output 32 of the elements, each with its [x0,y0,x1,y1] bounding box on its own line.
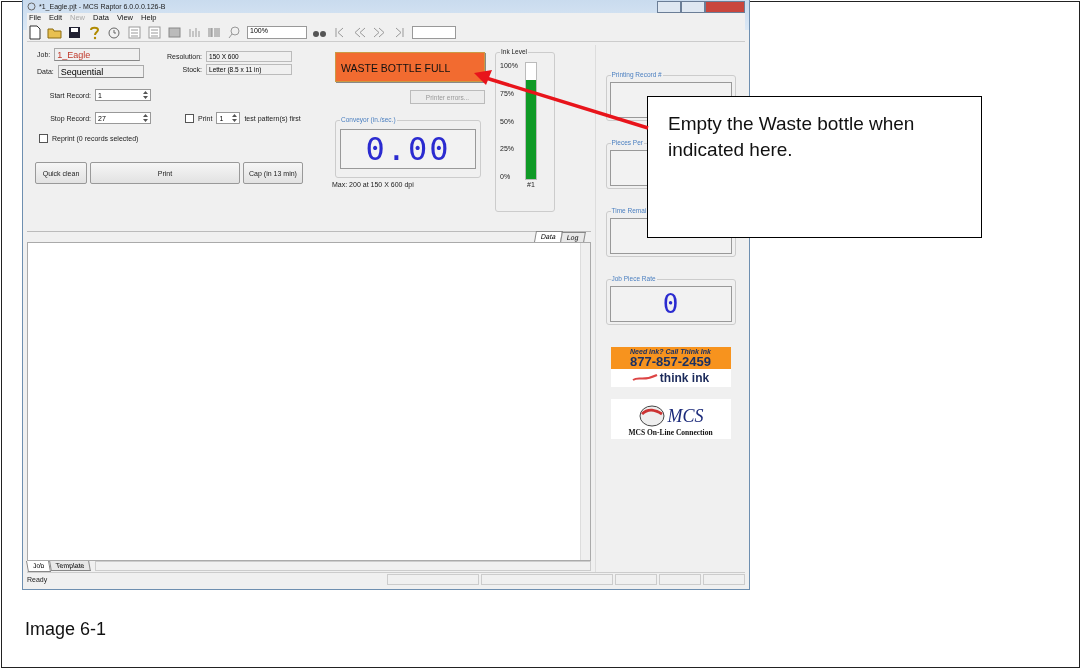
maximize-button[interactable] [681,0,705,13]
brand-name: think ink [659,371,710,385]
list-icon[interactable] [127,25,142,40]
save-icon[interactable] [67,25,82,40]
speed-display: 0.00 [340,129,476,169]
app-icon[interactable] [27,2,36,11]
phone-number: 877-857-2459 [630,355,711,368]
scrollbar[interactable] [94,561,591,571]
barcode-icon[interactable] [207,25,222,40]
bars-icon[interactable] [187,25,202,40]
close-button[interactable] [705,0,745,13]
search-icon[interactable] [227,25,242,40]
checkbox[interactable] [185,113,194,123]
alert-banner: WASTE BOTTLE FULL [335,52,485,82]
data-field: Sequential [57,65,144,78]
callout-box: Empty the Waste bottle when indicated here. [647,96,982,238]
forward-icon[interactable] [372,25,387,40]
image-icon[interactable] [167,25,182,40]
record-field[interactable] [412,26,456,39]
list-icon[interactable] [147,25,162,40]
checkbox[interactable] [39,134,48,143]
globe-icon[interactable] [637,404,666,428]
minimize-button[interactable] [657,0,681,13]
rewind-icon[interactable] [352,25,367,40]
swoosh-icon[interactable] [631,373,658,383]
stat-value: 0 [662,289,679,319]
figure-caption: Image 6-1 [25,619,107,640]
clock-icon[interactable] [107,25,122,40]
help-icon[interactable] [87,25,102,40]
scrollbar[interactable] [580,243,590,560]
logo-text: MCS [667,405,704,427]
job-name-field: 1_Eagle [54,48,141,61]
